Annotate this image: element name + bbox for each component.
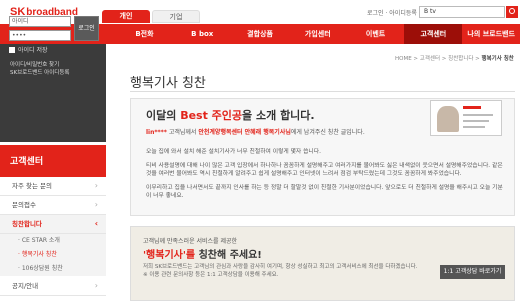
- find-id-password-link[interactable]: 아이디/비밀번호 찾기: [10, 61, 69, 69]
- sidebar-sub-happy-technician[interactable]: · 행복기사 칭찬: [0, 248, 106, 262]
- nav-item-my-broadband[interactable]: 나의 브로드밴드: [462, 24, 520, 44]
- sidebar-item-notice[interactable]: 공지/안내: [0, 277, 106, 296]
- nav-item-event[interactable]: 이벤트: [347, 24, 405, 44]
- nav-item-customer-center[interactable]: 고객센터: [404, 24, 463, 44]
- breadcrumb-current: 행복기사 칭찬: [481, 56, 514, 62]
- heading-pre: 이달의: [146, 109, 181, 122]
- customer-name: lin****: [146, 129, 167, 136]
- id-input[interactable]: 아이디: [9, 16, 71, 27]
- search-icon[interactable]: [506, 6, 518, 18]
- card-line: [463, 114, 493, 116]
- login-panel: [0, 44, 106, 142]
- save-id-checkbox[interactable]: 아이디 저장: [9, 45, 48, 54]
- search-input[interactable]: B tv: [419, 6, 505, 18]
- technician-photo: [437, 106, 459, 132]
- checkbox-icon[interactable]: [9, 46, 15, 53]
- password-input[interactable]: ••••: [9, 30, 71, 41]
- card-line: [463, 120, 489, 122]
- card-heading: 이달의 Best 주인공을 소개 합니다.: [146, 107, 315, 123]
- sidebar-sub-ce-star[interactable]: · CE STAR 소개: [0, 234, 106, 248]
- breadcrumb-path[interactable]: HOME > 고객센터 > 칭찬합니다 >: [395, 56, 480, 62]
- promo-title-post: 칭찬해 주세요!: [198, 250, 262, 261]
- page-title: 행복기사 칭찬: [130, 76, 206, 91]
- card-subline: lin**** 고객님께서 안천계양행복센터 안혜래 행복기사님에게 남겨주신 …: [146, 127, 365, 136]
- tab-personal[interactable]: 개인: [102, 10, 150, 23]
- promo-title-pre: '행복기사'를: [143, 250, 199, 261]
- subline-post: 에게 남겨주신 칭찬 글입니다.: [290, 129, 365, 136]
- tab-enterprise[interactable]: 기업: [152, 10, 200, 23]
- message-paragraph: 티비 사용설명에 대해 나이 많은 고객 입장에서 하나하나 꼼꼼하게 설명해주…: [146, 163, 503, 177]
- sidebar-item-inquiry[interactable]: 문의접수: [0, 196, 106, 215]
- heading-highlight: Best 주인공: [180, 109, 243, 122]
- card-accent: [463, 106, 481, 109]
- card-line: [463, 126, 485, 128]
- sidebar-sub-106-agent[interactable]: · 106상담원 칭찬: [0, 262, 106, 276]
- sidebar-item-faq[interactable]: 자주 찾는 문의: [0, 177, 106, 196]
- save-id-label: 아이디 저장: [18, 47, 48, 54]
- nav-item-b-box[interactable]: B box: [173, 24, 231, 44]
- one-on-one-consult-button[interactable]: 1:1 고객상담 바로가기: [440, 265, 505, 279]
- register-id-link[interactable]: SK브로드밴드 아이디등록: [10, 69, 69, 77]
- login-links: 아이디/비밀번호 찾기 SK브로드밴드 아이디등록: [10, 61, 69, 77]
- subline-mid: 고객님께서: [166, 129, 199, 136]
- sidebar-item-praise[interactable]: 칭찬합니다: [0, 215, 106, 234]
- breadcrumb: HOME > 고객센터 > 칭찬합니다 > 행복기사 칭찬: [395, 54, 514, 62]
- technician-name: 안천계양행복센터 안혜래 행복기사님: [198, 129, 291, 136]
- nav-item-bundle[interactable]: 결합상품: [231, 24, 289, 44]
- login-button[interactable]: 로그인: [74, 16, 99, 41]
- nav-item-signup[interactable]: 가입센터: [289, 24, 347, 44]
- message-paragraph: 오늘 집에 와서 설치 해준 설치기사가 너무 친절하여 이렇게 몇자 씁니다.: [146, 149, 321, 155]
- heading-post: 을 소개 합니다.: [242, 109, 315, 122]
- nav-item-b-phone[interactable]: B전화: [116, 24, 174, 44]
- sidebar-title: 고객센터: [0, 145, 106, 177]
- promo-note: 저희 SK브로드밴드는 고객님의 관심과 사랑을 감사히 여기며, 항상 성실하…: [143, 264, 418, 278]
- title-divider: [130, 91, 515, 92]
- message-paragraph: 이무리하고 집을 나서면서도 끝까지 인사를 하는 등 정말 더 할말것 없이 …: [146, 185, 503, 199]
- praise-message: 오늘 집에 와서 설치 해준 설치기사가 너무 친절하여 이렇게 몇자 씁니다.…: [146, 148, 506, 206]
- promo-title: '행복기사'를 칭찬해 주세요!: [143, 246, 262, 261]
- promo-intro: 고객님께 만족스러운 서비스를 제공한: [143, 238, 238, 245]
- technician-business-card-image: [430, 100, 502, 136]
